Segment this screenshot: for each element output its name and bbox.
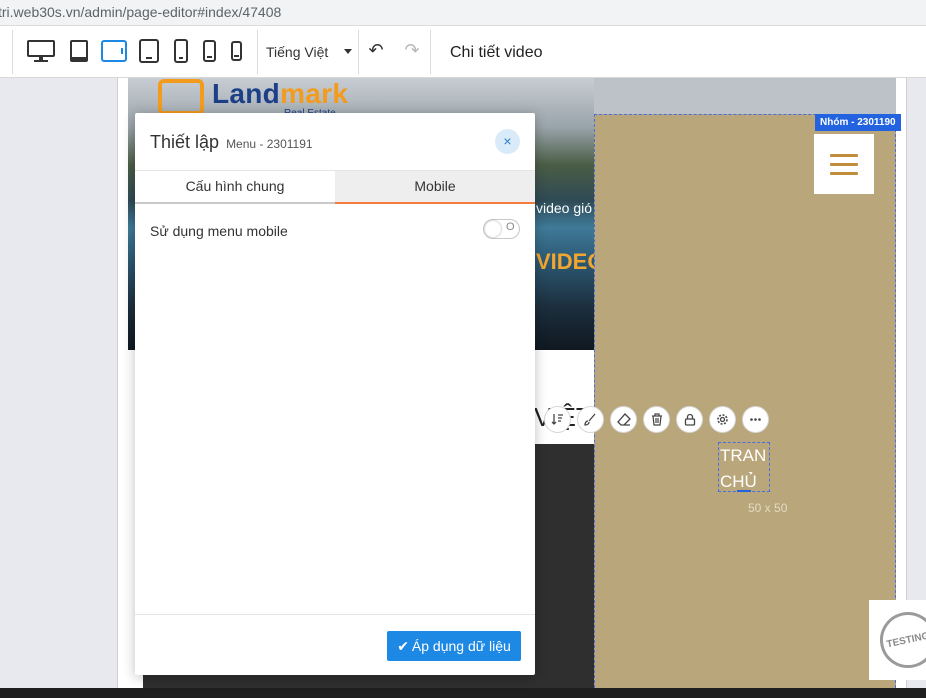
resize-handle[interactable]	[737, 490, 751, 492]
logo-text-part1: Land	[212, 78, 281, 109]
taskbar	[0, 688, 926, 698]
divider	[257, 30, 258, 74]
mobile-menu-toggle[interactable]: O	[483, 219, 520, 239]
modal-footer: ✔ Áp dụng dữ liệu	[135, 614, 535, 675]
element-toolbar	[544, 406, 769, 434]
url-text[interactable]: tri.web30s.vn/admin/page-editor#index/47…	[0, 4, 281, 20]
hamburger-menu-icon[interactable]	[814, 134, 874, 194]
apply-button-label: Áp dụng dữ liệu	[411, 638, 511, 654]
toggle-off-indicator: O	[506, 221, 515, 233]
divider	[430, 30, 431, 74]
gear-icon[interactable]	[709, 406, 736, 433]
desktop-icon[interactable]	[26, 38, 56, 64]
tablet-active-icon[interactable]	[101, 38, 127, 64]
hero-heading: VIDEO	[536, 249, 594, 274]
eraser-icon[interactable]	[610, 406, 637, 433]
hero-text: video gió	[536, 200, 593, 216]
menu-item-line1: TRAN	[720, 446, 767, 465]
logo-icon	[158, 79, 204, 115]
brush-icon[interactable]	[577, 406, 604, 433]
tablet-landscape-icon[interactable]	[68, 38, 90, 64]
modal-title: Thiết lập Menu - 2301191	[150, 132, 313, 153]
mobile-menu-label: Sử dụng menu mobile	[150, 223, 288, 239]
more-icon[interactable]	[742, 406, 769, 433]
undo-icon[interactable]: ↶	[366, 40, 386, 62]
phone-large-icon[interactable]	[173, 38, 189, 64]
check-icon: ✔	[397, 638, 409, 654]
logo[interactable]: Landmark	[212, 78, 348, 110]
trash-icon[interactable]	[643, 406, 670, 433]
address-bar[interactable]: tri.web30s.vn/admin/page-editor#index/47…	[0, 0, 926, 26]
modal-header: Thiết lập Menu - 2301191 ×	[135, 113, 535, 171]
redo-icon: ↷	[404, 40, 420, 60]
modal-tabs: Cấu hình chung Mobile	[135, 171, 535, 204]
tab-general-config[interactable]: Cấu hình chung	[135, 171, 335, 204]
size-label: 50 x 50	[748, 501, 788, 515]
modal-title-text: Thiết lập	[150, 132, 220, 152]
menu-item-home[interactable]: TRAN CHỦ	[718, 442, 770, 492]
apply-button[interactable]: ✔ Áp dụng dữ liệu	[387, 631, 521, 661]
lock-icon[interactable]	[676, 406, 703, 433]
settings-modal: Thiết lập Menu - 2301191 × Cấu hình chun…	[135, 113, 535, 675]
logo-text-part2: mark	[280, 78, 349, 109]
divider	[12, 30, 13, 74]
language-select[interactable]: Tiếng Việt	[266, 44, 328, 60]
close-icon[interactable]: ×	[495, 129, 520, 154]
editor-toolbar: Tiếng Việt ↶ ↷ Chi tiết video	[0, 26, 926, 78]
beta-label: TESTING	[885, 630, 926, 650]
toggle-knob	[485, 221, 501, 237]
page-title: Chi tiết video	[450, 44, 543, 61]
divider	[358, 30, 359, 74]
tablet-portrait-icon[interactable]	[138, 38, 160, 64]
sort-icon[interactable]	[544, 406, 571, 433]
tab-mobile[interactable]: Mobile	[335, 171, 535, 204]
chevron-down-icon[interactable]	[344, 49, 352, 54]
group-tag[interactable]: Nhóm - 2301190	[815, 114, 901, 131]
modal-subtitle: Menu - 2301191	[226, 137, 313, 151]
phone-medium-icon[interactable]	[202, 38, 216, 64]
phone-small-icon[interactable]	[230, 38, 242, 64]
